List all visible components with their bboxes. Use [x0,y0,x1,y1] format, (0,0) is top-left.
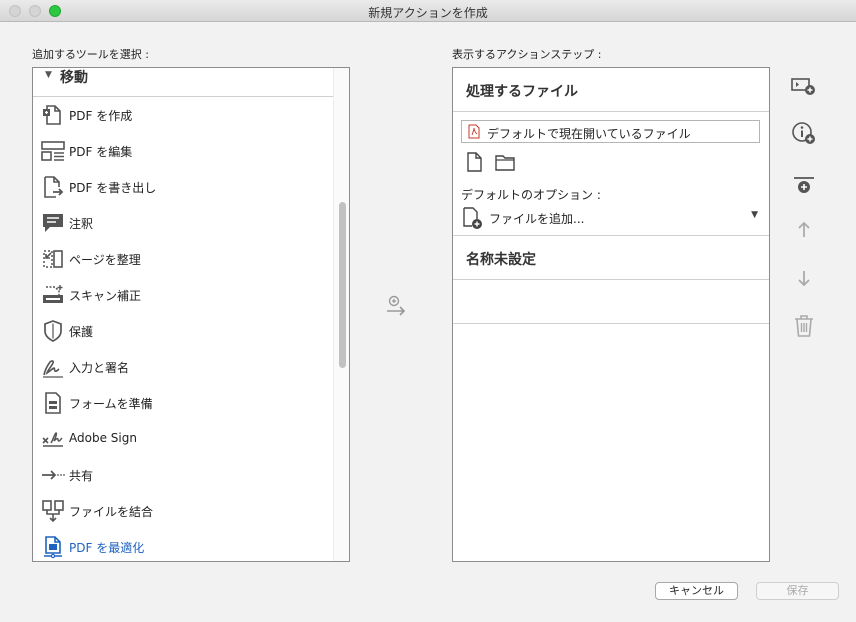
tool-item-label: スキャン補正 [69,289,142,303]
files-section-header: 処理するファイル [453,68,769,112]
untitled-section-header[interactable]: 名称未設定 [453,236,769,280]
add-step-arrow-icon[interactable] [384,295,408,319]
tool-item-label: 共有 [69,469,94,483]
tool-item-label: 保護 [69,325,94,339]
insert-prompt-icon [790,78,818,103]
tool-item-label: 入力と署名 [69,361,130,375]
tool-item-scan-enhance[interactable]: スキャン補正 [33,277,333,313]
add-group-button[interactable] [790,172,818,200]
group-header-label: 移動 [60,70,88,86]
protect-shield-icon [41,319,65,343]
add-file-plus-icon [461,206,485,230]
window-title: 新規アクションを作成 [368,6,488,20]
untitled-section-body [453,280,769,324]
tool-item-label: Adobe Sign [69,431,137,445]
tool-item-share[interactable]: 共有 [33,457,333,493]
edit-pdf-icon [41,139,65,163]
scan-enhance-icon [41,283,65,307]
insert-instruction-icon [790,122,818,151]
tool-item-protect[interactable]: 保護 [33,313,333,349]
files-section-body: デフォルトで現在開いているファイル デフォルトのオプション : ファイルを追加.… [453,112,769,236]
tool-item-label: ファイルを結合 [69,505,154,519]
delete-step-button[interactable] [790,312,818,340]
tool-item-adobe-sign[interactable]: Adobe Sign [33,421,333,457]
comment-icon [41,211,65,235]
add-folder-icon[interactable] [494,151,516,173]
tool-item-label: 注釈 [69,217,94,231]
tools-section-label: 追加するツールを選択 : [32,48,149,61]
combine-files-icon [41,499,65,523]
move-up-button[interactable] [790,216,818,244]
tool-item-comment[interactable]: 注釈 [33,205,333,241]
tool-item-label: PDF を作成 [69,109,133,123]
create-pdf-icon [41,103,65,127]
tool-item-edit-pdf[interactable]: PDF を編集 [33,133,333,169]
cancel-button[interactable]: キャンセル [655,582,738,600]
file-source-field[interactable]: デフォルトで現在開いているファイル [461,120,760,143]
tool-item-combine-files[interactable]: ファイルを結合 [33,493,333,529]
prepare-form-icon [41,391,65,415]
add-group-icon [790,177,818,203]
action-steps-panel: 処理するファイル デフォルトで現在開いているファイル デフォルトのオプション :… [452,67,770,562]
adobe-sign-icon [41,427,65,451]
tool-item-create-pdf[interactable]: PDF を作成 [33,97,333,133]
optimize-pdf-icon [41,535,65,559]
trash-icon [790,315,818,343]
tool-item-label: ページを整理 [69,253,141,267]
save-button[interactable]: 保存 [756,582,839,600]
default-option-select[interactable]: ファイルを追加... ▼ [461,204,760,230]
insert-prompt-button[interactable] [790,72,818,100]
steps-section-label: 表示するアクションステップ : [452,48,602,61]
tool-item-optimize-pdf[interactable]: PDF を最適化 [33,529,333,561]
tool-item-fill-sign[interactable]: 入力と署名 [33,349,333,385]
tool-item-organize-pages[interactable]: ページを整理 [33,241,333,277]
tool-list-panel: ▼ 移動 PDF を作成 PDF を編集 PDF を書き出し 注釈 ページを整理 [32,67,350,562]
tool-item-export-pdf[interactable]: PDF を書き出し [33,169,333,205]
insert-instruction-button[interactable] [790,120,818,148]
export-pdf-icon [41,175,65,199]
tool-item-label: フォームを準備 [69,397,153,411]
pdf-file-icon [468,124,480,139]
fill-sign-icon [41,355,65,379]
file-source-value: デフォルトで現在開いているファイル [487,127,691,141]
scrollbar-thumb[interactable] [339,202,346,368]
add-file-icon[interactable] [463,151,485,173]
default-options-label: デフォルトのオプション : [461,188,601,202]
share-icon [41,463,65,487]
arrow-up-icon [790,221,818,247]
tool-item-label: PDF を書き出し [69,181,157,195]
default-option-value: ファイルを追加... [489,212,585,226]
untitled-heading: 名称未設定 [466,252,536,268]
group-header-move[interactable]: ▼ 移動 [33,68,333,97]
organize-pages-icon [41,247,65,271]
collapse-triangle-icon[interactable]: ▼ [45,70,52,80]
move-down-button[interactable] [790,264,818,292]
files-heading: 処理するファイル [466,84,578,100]
tool-item-label: PDF を編集 [69,145,133,159]
arrow-down-icon [790,271,818,295]
tool-item-label: PDF を最適化 [69,541,145,555]
title-bar: 新規アクションを作成 [0,0,856,22]
dropdown-caret-icon: ▼ [751,210,758,220]
tool-item-prepare-form[interactable]: フォームを準備 [33,385,333,421]
